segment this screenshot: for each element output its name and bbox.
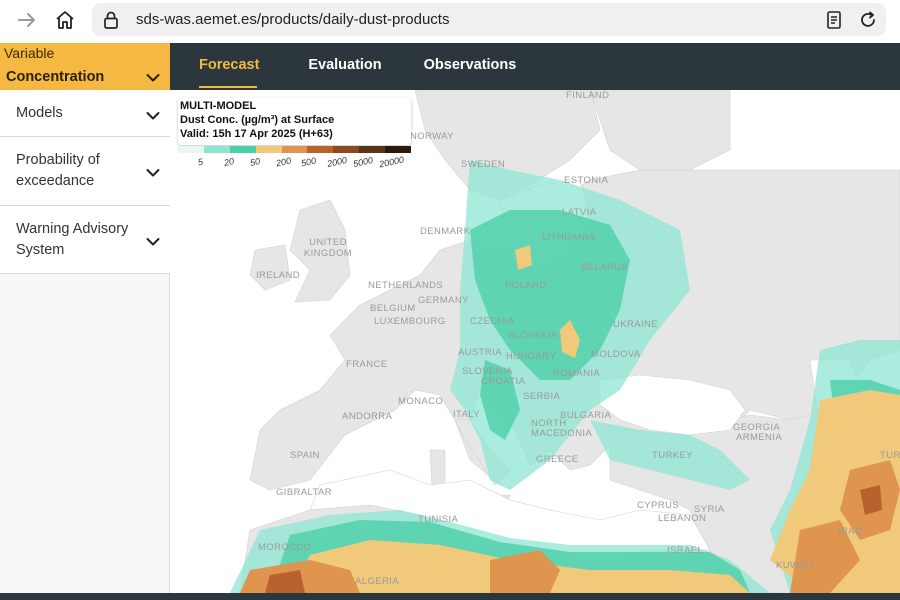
map-label: UKRAINE xyxy=(613,319,659,330)
legend-model: MULTI-MODEL xyxy=(180,100,257,112)
map-label: NETHERLANDS xyxy=(368,280,444,291)
map-label: SWEDEN xyxy=(461,159,506,170)
legend-swatch xyxy=(359,146,386,153)
map-label: SLOVAKIA xyxy=(508,330,558,341)
reload-icon[interactable] xyxy=(857,9,879,31)
address-bar[interactable]: sds-was.aemet.es/products/daily-dust-pro… xyxy=(92,3,886,36)
map-label: LUXEMBOURG xyxy=(374,316,446,327)
tab-forecast[interactable]: Forecast xyxy=(199,43,259,90)
lock-icon xyxy=(100,9,122,31)
legend-tick-label: 20 xyxy=(222,156,235,168)
legend-tick-label: 500 xyxy=(300,155,318,169)
map-label: ANDORRA xyxy=(342,411,393,422)
variable-selector[interactable]: Variable Concentration xyxy=(0,43,170,90)
reader-icon[interactable] xyxy=(823,9,845,31)
map-label: DENMARK xyxy=(420,226,471,237)
legend-swatch xyxy=(255,146,282,153)
map-label: ALGERIA xyxy=(355,576,399,587)
map-label: LATVIA xyxy=(562,207,597,218)
sidebar: Variable Concentration Models Probabilit… xyxy=(0,43,170,596)
map-label: GERMANY xyxy=(418,295,469,306)
map-label: HUNGARY xyxy=(506,351,557,362)
home-icon[interactable] xyxy=(52,7,78,33)
map-label: MOROCCO xyxy=(258,542,312,553)
legend-tick-label: 20000 xyxy=(378,154,405,170)
legend-tick-label: 5 xyxy=(196,156,204,168)
map-label: FINLAND xyxy=(566,90,610,101)
map-label: ITALY xyxy=(453,409,480,420)
map-label: SERBIA xyxy=(523,391,561,402)
map-label: AUSTRIA xyxy=(458,347,502,358)
legend-color-scale xyxy=(178,146,412,155)
map-label: POLAND xyxy=(505,280,547,291)
chevron-down-icon xyxy=(146,234,160,252)
map-label: NORWAY xyxy=(410,131,454,142)
map-label: TURKME xyxy=(880,450,900,461)
map-label: LITHUANIA xyxy=(542,232,596,243)
legend-swatch xyxy=(307,146,334,153)
map-label: CZECHIA xyxy=(470,316,515,327)
map-label: ISRAEL xyxy=(667,545,704,556)
map-label: SPAIN xyxy=(290,450,320,461)
map-label: TUNISIA xyxy=(418,514,459,525)
map-label: CYPRUS xyxy=(637,500,679,511)
map-label: GREECE xyxy=(536,454,579,465)
sidebar-item-warning-advisory[interactable]: Warning Advisory System xyxy=(0,206,170,274)
tab-bar: Forecast Evaluation Observations xyxy=(170,43,900,90)
map-label: ARMENIA xyxy=(736,432,783,443)
chevron-down-icon xyxy=(146,108,160,126)
map-label: ESTONIA xyxy=(564,175,609,186)
tab-evaluation[interactable]: Evaluation xyxy=(308,43,382,90)
legend-product: Dust Conc. (µg/m³) at Surface xyxy=(180,114,335,126)
legend-swatch xyxy=(178,146,204,153)
map-label: LEBANON xyxy=(658,513,707,524)
sidebar-item-models[interactable]: Models xyxy=(0,90,170,137)
map-label: IRELAND xyxy=(256,270,300,281)
browser-toolbar: sds-was.aemet.es/products/daily-dust-pro… xyxy=(0,0,900,43)
map-label: MONACO xyxy=(398,396,444,407)
map-label: NORTH MACEDONIA xyxy=(531,418,593,439)
legend-tick-label: 200 xyxy=(274,155,292,169)
sidebar-item-label: Models xyxy=(16,105,63,121)
chevron-down-icon xyxy=(146,165,160,183)
url-text: sds-was.aemet.es/products/daily-dust-pro… xyxy=(136,11,450,28)
variable-value: Concentration xyxy=(6,69,105,85)
forward-arrow-icon[interactable] xyxy=(14,7,40,33)
tab-observations[interactable]: Observations xyxy=(423,43,517,90)
map-label: CROATIA xyxy=(481,376,526,387)
sidebar-item-label: Probability of exceedance xyxy=(16,152,100,189)
map-label: FRANCE xyxy=(346,359,388,370)
bottom-bar xyxy=(0,593,900,600)
sidebar-item-probability[interactable]: Probability of exceedance xyxy=(0,137,170,206)
map-label: BELARUS xyxy=(581,262,629,273)
legend-swatch xyxy=(385,146,412,153)
legend-swatch xyxy=(333,146,360,153)
legend-ticks: 5 20 50 200 500 2000 5000 20000 xyxy=(178,154,418,171)
map-label: MOLDOVA xyxy=(591,349,641,360)
legend-swatch xyxy=(203,146,230,153)
map-legend: MULTI-MODEL Dust Conc. (µg/m³) at Surfac… xyxy=(178,98,411,145)
legend-tick-label: 5000 xyxy=(352,155,375,169)
map-label: BELGIUM xyxy=(370,303,416,314)
legend-valid: Valid: 15h 17 Apr 2025 (H+63) xyxy=(180,128,333,140)
chevron-down-icon xyxy=(146,70,160,88)
sidebar-item-label: Warning Advisory System xyxy=(16,221,129,258)
map-label: IRAQ xyxy=(838,526,863,537)
map-label: TURKEY xyxy=(652,450,693,461)
map-label: UNITED KINGDOM xyxy=(303,237,353,259)
map-label: KUWAIT xyxy=(776,560,815,571)
legend-swatch xyxy=(229,146,256,153)
legend-tick-label: 50 xyxy=(248,156,261,168)
dust-map[interactable]: FINLAND NORWAY SWEDEN ESTONIA LATVIA DEN… xyxy=(170,90,900,593)
legend-swatch xyxy=(281,146,308,153)
variable-caption: Variable xyxy=(4,45,55,61)
map-label: GIBRALTAR xyxy=(276,487,333,498)
map-label: ROMANIA xyxy=(553,368,601,379)
legend-tick-label: 2000 xyxy=(326,155,349,169)
